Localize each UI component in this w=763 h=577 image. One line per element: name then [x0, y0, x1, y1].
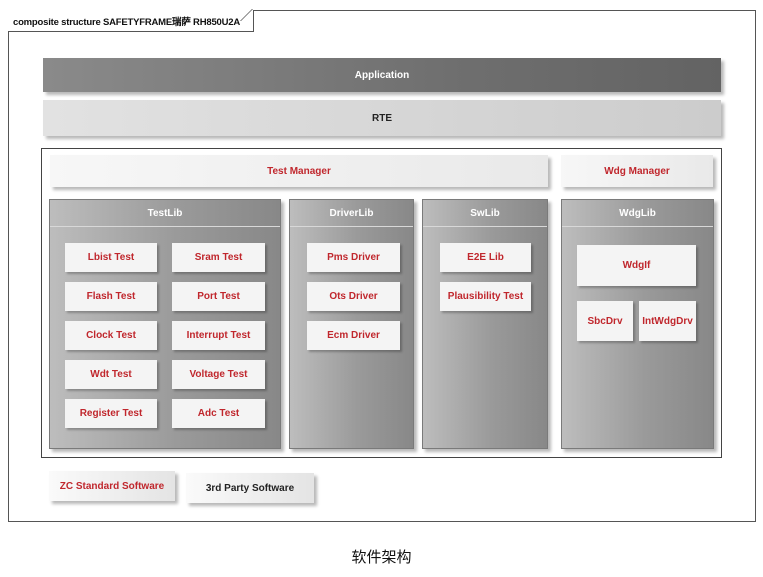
- pms-driver: Pms Driver: [307, 243, 400, 272]
- swlib-group: SwLib: [422, 199, 548, 449]
- rte-layer: RTE: [43, 100, 721, 136]
- wdglib-title: WdgLib: [562, 200, 713, 227]
- clock-test: Clock Test: [65, 321, 157, 350]
- legend-third-party-software: 3rd Party Software: [186, 473, 314, 503]
- e2e-lib: E2E Lib: [440, 243, 531, 272]
- port-test: Port Test: [172, 282, 265, 311]
- interrupt-test: Interrupt Test: [172, 321, 265, 350]
- lbist-test: Lbist Test: [65, 243, 157, 272]
- application-layer: Application: [43, 58, 721, 92]
- test-manager: Test Manager: [50, 155, 548, 187]
- register-test: Register Test: [65, 399, 157, 428]
- sbcdrv: SbcDrv: [577, 301, 633, 341]
- frame-title: composite structure SAFETYFRAME瑞萨 RH850U…: [8, 10, 254, 32]
- legend-zc-standard-software: ZC Standard Software: [49, 471, 175, 501]
- driverlib-title: DriverLib: [290, 200, 413, 227]
- ecm-driver: Ecm Driver: [307, 321, 400, 350]
- testlib-title: TestLib: [50, 200, 280, 227]
- ots-driver: Ots Driver: [307, 282, 400, 311]
- wdg-manager: Wdg Manager: [561, 155, 713, 187]
- flash-test: Flash Test: [65, 282, 157, 311]
- voltage-test: Voltage Test: [172, 360, 265, 389]
- wdt-test: Wdt Test: [65, 360, 157, 389]
- wdgif: WdgIf: [577, 245, 696, 286]
- figure-caption: 软件架构: [351, 548, 412, 566]
- sram-test: Sram Test: [172, 243, 265, 272]
- plausibility-test: Plausibility Test: [440, 282, 531, 311]
- intwdgdrv: IntWdgDrv: [639, 301, 696, 341]
- swlib-title: SwLib: [423, 200, 547, 227]
- adc-test: Adc Test: [172, 399, 265, 428]
